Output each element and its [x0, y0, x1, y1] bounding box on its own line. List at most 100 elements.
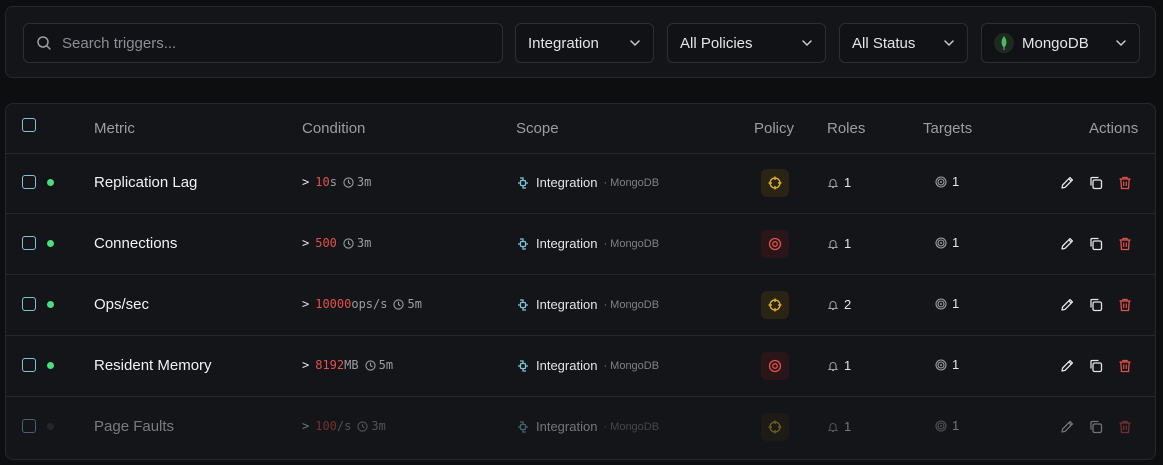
bell-icon	[827, 239, 839, 249]
duplicate-button[interactable]	[1086, 295, 1106, 315]
duplicate-button[interactable]	[1086, 356, 1106, 376]
select-all-checkbox[interactable]	[22, 118, 36, 132]
delete-button[interactable]	[1115, 295, 1135, 315]
condition-value: 10	[315, 175, 330, 189]
duplicate-button[interactable]	[1086, 234, 1106, 254]
delete-button[interactable]	[1115, 234, 1135, 254]
table-row[interactable]: Resident Memory >8192 MB 5m Integration · Mon…	[6, 336, 1155, 397]
policy-select-value: All Policies	[680, 34, 753, 52]
pencil-icon	[1061, 359, 1074, 372]
edit-button[interactable]	[1057, 234, 1077, 254]
header-targets: Targets	[923, 120, 973, 137]
scope-label: Integration	[536, 236, 598, 251]
targets-count: 1	[952, 235, 960, 250]
targets-count: 1	[952, 296, 960, 311]
roles-count: 1	[844, 419, 852, 434]
clock-icon	[343, 237, 354, 249]
header-actions: Actions	[1089, 120, 1139, 137]
bell-icon	[827, 300, 839, 310]
metric-name: Connections	[94, 235, 178, 252]
edit-button[interactable]	[1057, 295, 1077, 315]
condition-duration: 5m	[393, 297, 422, 311]
condition-operator: >	[302, 175, 310, 189]
policy-badge[interactable]	[761, 352, 789, 380]
target-icon	[935, 358, 947, 371]
triggers-table: Metric Condition Scope Policy Roles Targ…	[5, 103, 1156, 460]
scope-database: · MongoDB	[603, 359, 660, 372]
duplicate-button[interactable]	[1086, 417, 1106, 437]
row-checkbox[interactable]	[22, 297, 36, 311]
header-scope: Scope	[516, 120, 559, 137]
edit-button[interactable]	[1057, 356, 1077, 376]
table-row[interactable]: Ops/sec >10000 ops/s 5m Integration · MongoDB…	[6, 275, 1155, 336]
clock-icon	[364, 359, 376, 371]
header-policy: Policy	[754, 120, 795, 137]
policy-select[interactable]: All Policies	[667, 23, 826, 63]
bell-icon	[827, 178, 839, 188]
integration-icon	[518, 298, 528, 311]
search-box[interactable]	[23, 23, 503, 63]
metric-name: Resident Memory	[94, 357, 212, 374]
target-icon	[935, 236, 947, 249]
condition: >10 s 3m	[302, 175, 371, 189]
edit-button[interactable]	[1057, 417, 1077, 437]
row-checkbox[interactable]	[22, 358, 36, 372]
condition-value: 10000	[315, 297, 352, 311]
header-condition: Condition	[302, 120, 366, 137]
roles: 1	[827, 419, 851, 434]
policy-badge[interactable]	[761, 291, 789, 319]
warning-policy-icon	[768, 420, 782, 434]
policy-badge[interactable]	[761, 230, 789, 258]
table-row[interactable]: Connections >500 3m Integration · MongoDB 1 1	[6, 214, 1155, 275]
metric-name: Ops/sec	[94, 296, 150, 313]
chevron-down-icon	[802, 40, 812, 47]
condition-value: 500	[315, 236, 337, 250]
integration-icon	[518, 237, 528, 250]
condition: >8192 MB 5m	[302, 358, 393, 372]
table-row[interactable]: Page Faults >100/s 3m Integration · MongoDB 1…	[6, 397, 1155, 458]
condition-duration: 3m	[343, 175, 371, 189]
integration-select[interactable]: Integration	[515, 23, 654, 63]
table-header: Metric Condition Scope Policy Roles Targ…	[6, 104, 1155, 154]
row-checkbox[interactable]	[22, 419, 36, 433]
condition: >100/s 3m	[302, 419, 386, 433]
integration-icon	[518, 359, 528, 372]
delete-button[interactable]	[1115, 417, 1135, 437]
row-checkbox[interactable]	[22, 175, 36, 189]
search-input[interactable]	[60, 33, 484, 53]
integration-select-value: Integration	[528, 34, 599, 52]
table-row[interactable]: Replication Lag >10 s 3m Integration · MongoD…	[6, 153, 1155, 214]
roles: 1	[827, 175, 851, 190]
scope: Integration · MongoDB	[516, 297, 659, 312]
condition-duration: 3m	[357, 419, 386, 433]
scope: Integration · MongoDB	[516, 175, 659, 190]
database-select[interactable]: MongoDB	[981, 23, 1140, 63]
clock-icon	[357, 420, 369, 432]
duration-value: 3m	[371, 419, 386, 433]
duration-value: 5m	[378, 358, 394, 372]
trash-icon	[1119, 359, 1131, 373]
scope-database: · MongoDB	[603, 298, 660, 311]
policy-badge[interactable]	[761, 169, 789, 197]
delete-button[interactable]	[1115, 173, 1135, 193]
roles: 1	[827, 236, 851, 251]
duplicate-button[interactable]	[1086, 173, 1106, 193]
copy-icon	[1090, 298, 1103, 312]
policy-badge[interactable]	[761, 413, 789, 441]
edit-button[interactable]	[1057, 173, 1077, 193]
status-select[interactable]: All Status	[839, 23, 968, 63]
row-checkbox[interactable]	[22, 236, 36, 250]
targets: 1	[935, 357, 959, 372]
pencil-icon	[1061, 420, 1074, 433]
delete-button[interactable]	[1115, 356, 1135, 376]
condition-value: 8192	[315, 358, 345, 372]
warning-policy-icon	[768, 176, 782, 190]
scope-label: Integration	[536, 419, 598, 434]
chevron-down-icon	[630, 40, 640, 47]
condition-operator: >	[302, 297, 310, 311]
condition-unit: s	[329, 175, 337, 189]
target-icon	[935, 419, 947, 432]
copy-icon	[1090, 359, 1103, 373]
condition-unit: /s	[336, 419, 352, 433]
condition-operator: >	[302, 419, 310, 433]
